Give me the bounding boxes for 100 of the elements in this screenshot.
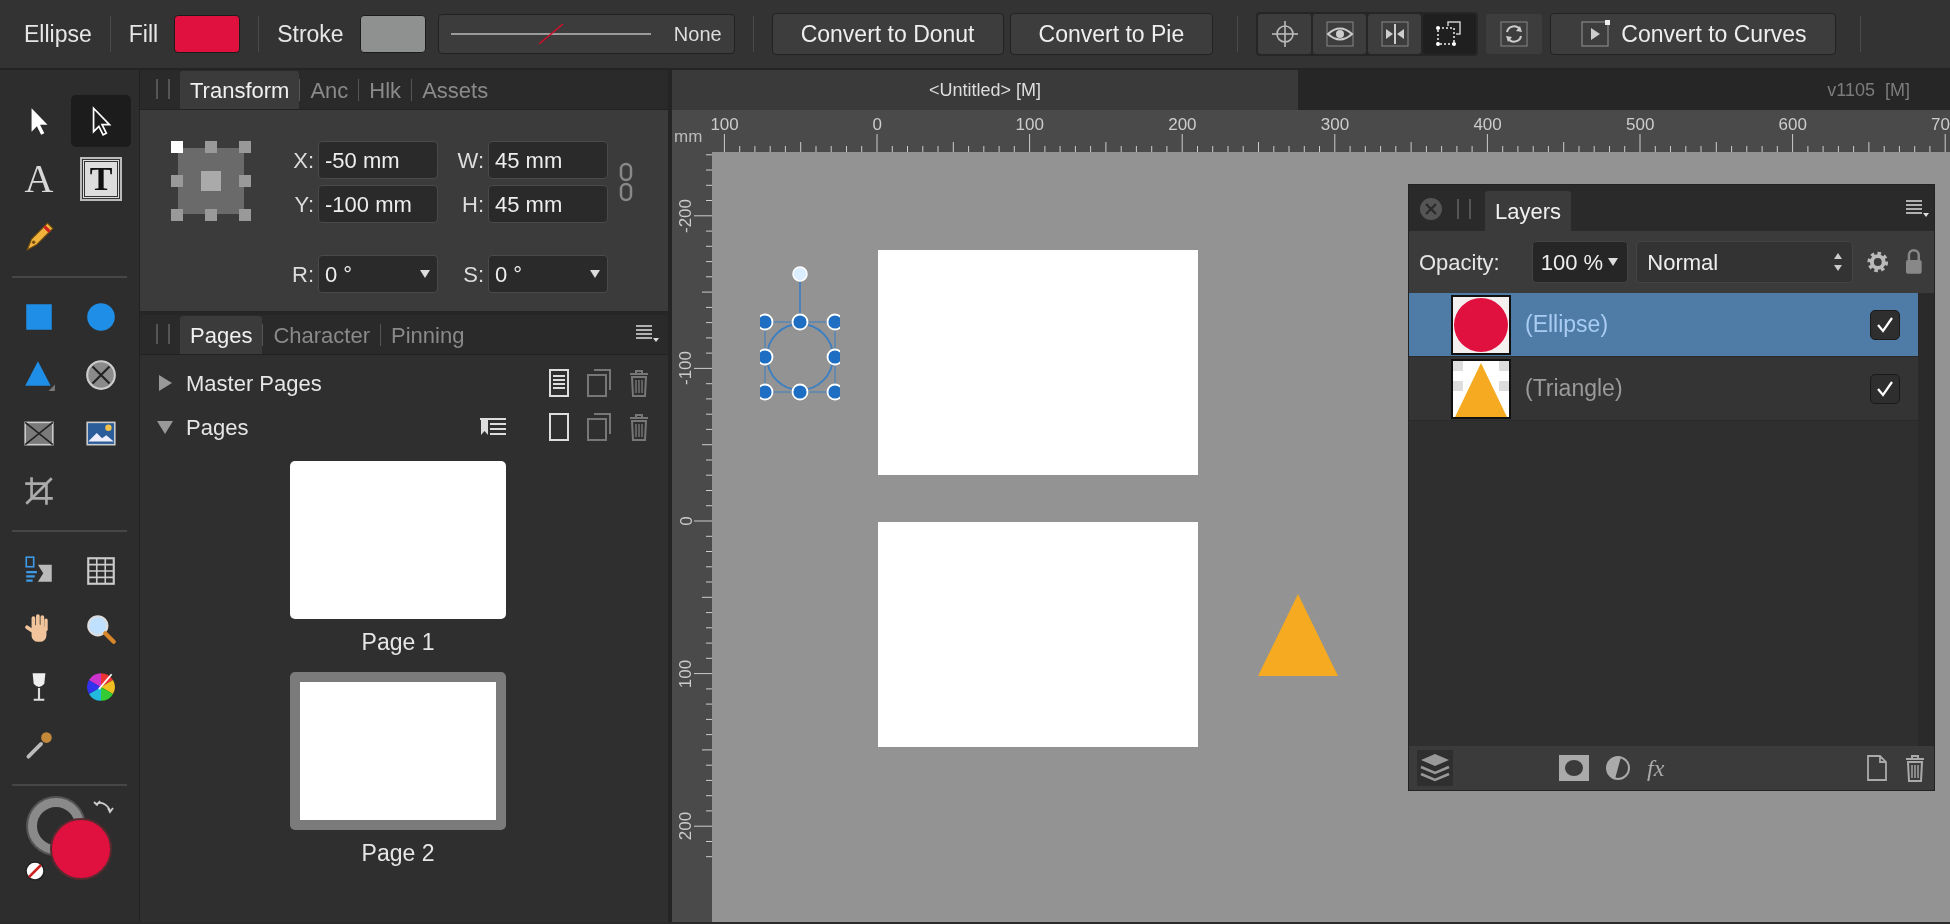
grip-handle[interactable] [156,79,170,99]
opacity-dropdown[interactable]: 100 % [1531,241,1629,283]
play-frame-icon [1579,18,1612,50]
context-label: Ellipse [24,19,92,49]
ruler-label: 0 [675,516,697,526]
toolbar-toggle[interactable] [1423,14,1477,54]
fill-label: Fill [128,19,159,49]
circle-icon [84,300,118,334]
field-label: R: [291,260,315,289]
ruler-label: -200 [675,198,697,233]
no-color-icon[interactable] [24,860,46,882]
panel-tab[interactable]: Hlk [359,71,412,109]
stroke-swatch[interactable] [359,15,426,53]
caret-icon [419,269,431,279]
caret-icon [589,269,601,279]
page-label: Page 1 [361,628,435,657]
ruler-label: -100 [675,351,697,386]
crossed-circle-icon [84,358,118,392]
panel-tab[interactable]: Layers [1485,191,1572,231]
ruler-label: 300 [1320,114,1350,136]
copy-page-icon[interactable] [586,368,612,398]
magnifier-icon [84,612,118,646]
table-icon [84,554,118,588]
field-label: S: [462,260,485,289]
blend-mode-dropdown[interactable]: Normal [1636,241,1853,283]
ruler-unit-label: mm [674,127,703,146]
copy-page-icon[interactable] [586,412,612,442]
page-icon[interactable] [548,412,570,442]
dropdown-field[interactable]: 0 ° [318,255,438,293]
section-label: Master Pages [186,369,323,398]
link-chain-icon[interactable] [619,162,633,202]
panel-tab[interactable]: Assets [412,71,499,109]
document-tab[interactable]: <Untitled> [M] [672,70,1298,110]
page-label: Page 2 [361,838,435,868]
text-field[interactable]: 45 mm [488,141,608,179]
ruler-label: 100 [710,114,739,136]
convert-to-curves-button[interactable]: Convert to Curves [1550,13,1836,55]
page-thumbnail[interactable] [290,461,506,619]
rotate-arrows-icon [1498,18,1531,50]
field-label: X: [292,146,315,175]
stroke-style-dropdown[interactable]: None [437,14,735,54]
rotate-button[interactable] [1486,14,1543,54]
ruler-label: 600 [1778,114,1807,136]
layers-stack-icon[interactable] [1417,750,1453,786]
toolbar-toggle[interactable] [1313,14,1367,54]
text-field[interactable]: -50 mm [318,141,438,179]
document-tab[interactable]: v1105 [M] [1298,70,1950,110]
toolbar-toggle[interactable] [1258,14,1312,54]
convert-button[interactable]: Convert to Donut [771,13,1004,55]
toolbar-toggle[interactable] [1368,14,1422,54]
opacity-label: Opacity: [1419,248,1500,277]
stepper-icon [1831,251,1844,273]
anchor-grid-icon[interactable] [170,140,252,222]
field-label: Y: [293,190,315,219]
ruler-label: 100 [1015,114,1044,136]
page-icon[interactable] [548,368,570,398]
visibility-checkbox[interactable] [1870,309,1901,340]
tool-button[interactable]: A [9,153,69,205]
text-field[interactable]: 45 mm [488,185,608,223]
ruler-label: 400 [1473,114,1502,136]
ruler-label: 500 [1626,114,1655,136]
grip-handle[interactable] [1457,199,1471,219]
layer-thumbnail [1451,294,1511,355]
ruler-label: 0 [872,114,882,136]
color-wheel-icon [84,670,118,704]
panel-menu-icon[interactable] [1904,197,1930,219]
panel-tab[interactable]: Character [263,316,380,354]
text-field[interactable]: -100 mm [318,185,438,223]
page-thumbnail[interactable] [290,671,506,830]
disclosure-triangle-icon[interactable] [156,374,174,392]
trash-icon[interactable] [628,368,650,398]
dropdown-field[interactable]: 0 ° [488,255,608,293]
caret-icon [1607,257,1620,267]
panel-tab[interactable]: Anc [300,71,359,109]
new-page-icon[interactable] [1866,754,1888,782]
ruler-label: 100 [675,659,697,688]
fill-swatch[interactable] [174,15,241,53]
panel-menu-icon[interactable] [634,322,660,344]
flip-icon [1378,18,1411,50]
panel-tab[interactable]: Pages [180,316,263,354]
mask-icon[interactable] [1559,755,1589,781]
grip-handle[interactable] [156,324,170,344]
crop-icon [22,474,56,508]
layer-name: (Ellipse) [1525,310,1610,340]
disclosure-triangle-icon[interactable] [156,418,174,436]
convert-button[interactable]: Convert to Pie [1009,13,1214,55]
panel-tab[interactable]: Pinning [381,316,475,354]
ruler-label: 200 [675,812,697,841]
visibility-checkbox[interactable] [1870,373,1901,404]
effects-icon[interactable]: fx [1647,750,1665,786]
layer-row[interactable]: (Triangle) [1409,357,1919,421]
layer-name: (Triangle) [1525,374,1624,404]
half-circle-icon[interactable] [1605,755,1631,781]
trash-icon[interactable] [628,412,650,442]
tool-button[interactable] [71,95,131,147]
panel-tab[interactable]: Transform [180,71,300,109]
trash-icon[interactable] [1904,753,1926,783]
section-label: Pages [186,413,250,442]
lock-icon[interactable] [1904,248,1924,276]
gear-icon[interactable] [1864,249,1891,275]
